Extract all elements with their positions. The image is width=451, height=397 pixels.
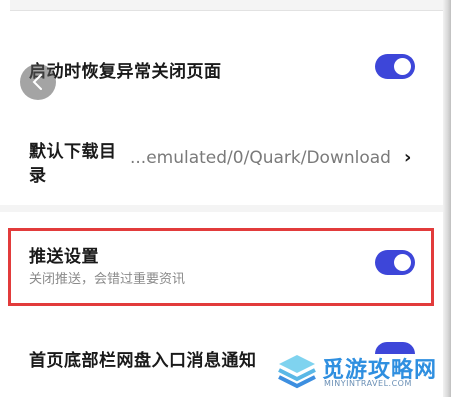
back-button[interactable] <box>20 64 56 100</box>
download-directory-label-line2: 录 <box>29 166 47 186</box>
netdisk-notify-label: 首页底部栏网盘入口消息通知 <box>29 351 257 371</box>
device-edge <box>443 0 451 397</box>
toggle-knob <box>394 58 411 75</box>
download-directory-label-line1: 默认下载目 <box>29 142 117 162</box>
restore-pages-toggle[interactable] <box>375 54 415 79</box>
restore-pages-label: 启动时恢复异常关闭页面 <box>29 62 222 82</box>
watermark-url: MINYINTRAVEL.COM <box>324 379 412 388</box>
section-divider <box>0 205 443 212</box>
download-directory-value: ...emulated/0/Quark/Download <box>130 148 391 168</box>
chevron-left-icon <box>32 74 42 90</box>
layers-logo-icon <box>278 355 316 389</box>
highlight-box <box>8 228 434 306</box>
chevron-right-icon: › <box>404 147 412 168</box>
previous-section-strip <box>10 0 443 11</box>
watermark: 觅游攻略网 MINYINTRAVEL.COM <box>276 352 441 392</box>
